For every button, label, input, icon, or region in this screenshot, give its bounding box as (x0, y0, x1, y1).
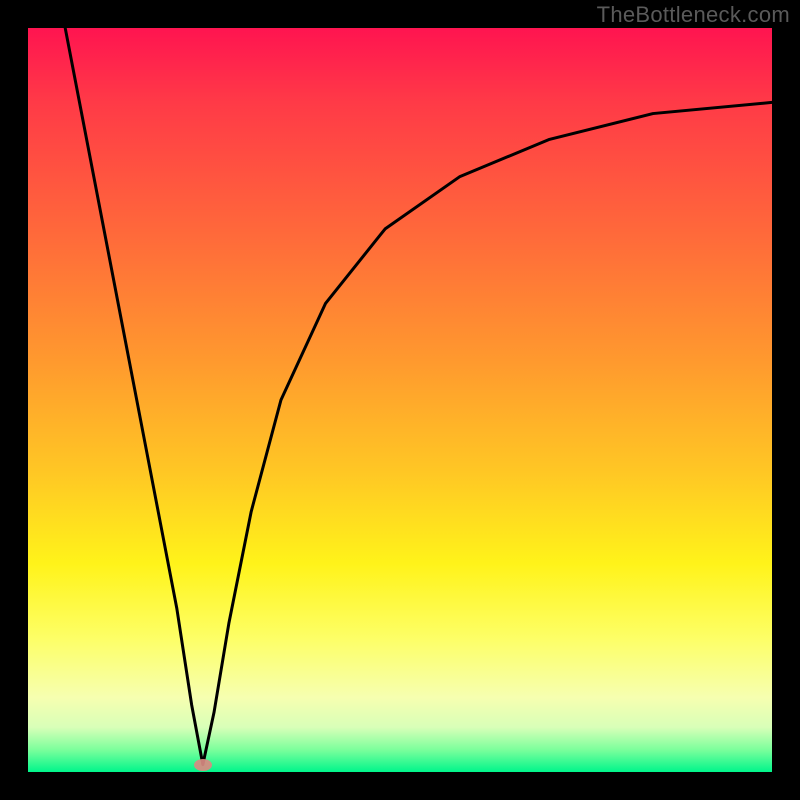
chart-container: TheBottleneck.com (0, 0, 800, 800)
attribution-label: TheBottleneck.com (597, 2, 790, 28)
minimum-marker (194, 759, 212, 771)
plot-area (28, 28, 772, 772)
bottleneck-curve (28, 28, 772, 772)
